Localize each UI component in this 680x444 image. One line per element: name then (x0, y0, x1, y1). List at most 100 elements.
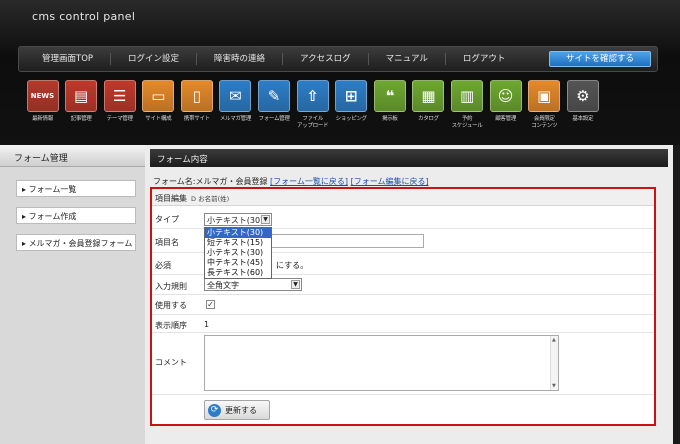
input-rule-select[interactable]: 全角文字 ▼ (204, 278, 302, 291)
tool-glyph: ☺ (497, 86, 514, 105)
tool-document[interactable]: ▤ 記事管理 (63, 80, 100, 140)
type-option[interactable]: 短テキスト(15) (205, 238, 271, 248)
mail-icon: ✉ (219, 80, 252, 112)
brand-title: cms control panel (32, 10, 136, 23)
tool-form[interactable]: ✎ フォーム管理 (256, 80, 293, 140)
sidebar-item-label: フォーム作成 (28, 212, 77, 221)
tool-cart[interactable]: ⊞ ショッピング (333, 80, 370, 140)
tool-glyph: ▭ (151, 86, 166, 105)
use-checkbox[interactable]: ✓ (206, 300, 215, 309)
sidebar-item-form-list[interactable]: ▸ フォーム一覧 (16, 180, 136, 197)
tool-label: 掲示板 (382, 116, 398, 122)
file-upload-icon: ⇧ (296, 80, 329, 112)
tool-label: ファイル アップロード (297, 116, 329, 129)
tool-label: 最新情報 (32, 116, 53, 122)
item-edit-subtitle: D お名前(姓) (191, 195, 230, 203)
item-edit-panel: 項目編集 D お名前(姓) タイプ 小テキスト(30) ▼ 小テキスト(30) 短… (150, 187, 656, 426)
newspaper-icon: NEWS (26, 80, 59, 112)
textarea-scrollbar[interactable]: ▲ ▼ (550, 336, 558, 390)
tool-label: 携帯サイト (183, 116, 210, 122)
tool-glyph: ⊞ (344, 86, 358, 105)
tool-glyph: ▯ (192, 86, 201, 105)
order-row: 表示順序 1 (152, 315, 654, 333)
sidebar-title: フォーム管理 (0, 145, 145, 167)
mobile-icon: ▯ (180, 80, 213, 112)
type-dropdown-list: 小テキスト(30) 短テキスト(15) 小テキスト(30) 中テキスト(45) … (204, 227, 272, 279)
tool-catalog[interactable]: ▦ カタログ (410, 80, 447, 140)
tool-label: 会員限定 コンテンツ (531, 116, 558, 129)
sidebar-item-label: メルマガ・会員登録フォーム (28, 239, 133, 248)
tool-label: 顧客管理 (495, 116, 517, 122)
sidebar-item-form-create[interactable]: ▸ フォーム作成 (16, 207, 136, 224)
users-icon: ☺ (489, 80, 522, 112)
type-option[interactable]: 長テキスト(60) (205, 268, 271, 278)
form-name-line: フォーム名:メルマガ・会員登録 [フォーム一覧に戻る] [フォーム編集に戻る] (153, 176, 429, 187)
tool-chat[interactable]: ❝ 掲示板 (371, 80, 408, 140)
calendar-icon: ▥ (451, 80, 484, 112)
sidebar-item-label: フォーム一覧 (28, 185, 77, 194)
tool-glyph: ▣ (537, 86, 552, 105)
nav-access-log[interactable]: アクセスログ (283, 53, 369, 65)
update-button[interactable]: ⟳ 更新する (204, 400, 270, 420)
nav-logout[interactable]: ログアウト (446, 53, 523, 65)
input-rule-label: 入力規則 (155, 282, 187, 291)
lock-icon: ▣ (528, 80, 561, 112)
type-select[interactable]: 小テキスト(30) ▼ (204, 213, 272, 226)
tool-monitor[interactable]: ▭ サイト構成 (140, 80, 177, 140)
top-nav: 管理画面TOP ログイン設定 障害時の連絡 アクセスログ マニュアル ログアウト… (18, 46, 658, 72)
header: cms control panel 管理画面TOP ログイン設定 障害時の連絡 … (0, 0, 680, 145)
tool-label: 記事管理 (70, 116, 92, 122)
sidebar-item-mailmag-form[interactable]: ▸ メルマガ・会員登録フォーム (16, 234, 136, 251)
type-option[interactable]: 中テキスト(45) (205, 258, 271, 268)
document-icon: ▤ (65, 80, 98, 112)
type-option[interactable]: 小テキスト(30) (205, 248, 271, 258)
tool-newspaper[interactable]: NEWS 最新情報 (24, 80, 61, 140)
required-text: にする。 (276, 261, 309, 270)
scroll-up-icon: ▲ (552, 337, 556, 343)
nav-manual[interactable]: マニュアル (369, 53, 446, 65)
tool-users[interactable]: ☺ 顧客管理 (487, 80, 524, 140)
tool-icon-bar: NEWS 最新情報 ▤ 記事管理 ☰ テーマ管理 ▭ サイト構成 ▯ 携帯サイト ✉ メルマガ管理 ✎ フ… (24, 80, 624, 140)
scroll-down-icon: ▼ (552, 383, 556, 389)
gear-icon: ⚙ (566, 80, 599, 112)
type-label: タイプ (155, 215, 179, 224)
nav-failure-contact[interactable]: 障害時の連絡 (197, 53, 284, 65)
comment-divider (152, 394, 654, 395)
form-icon: ✎ (258, 80, 291, 112)
monitor-icon: ▭ (142, 80, 175, 112)
tool-mail[interactable]: ✉ メルマガ管理 (217, 80, 254, 140)
chevron-down-icon: ▼ (261, 215, 270, 224)
tool-glyph: ✉ (229, 86, 242, 105)
tool-glyph: ▦ (421, 86, 436, 105)
tool-label: カタログ (418, 116, 439, 122)
comment-textarea[interactable]: ▲ ▼ (204, 335, 559, 391)
back-to-list-link[interactable]: [フォーム一覧に戻る] (270, 177, 348, 186)
type-option[interactable]: 小テキスト(30) (205, 228, 271, 238)
item-edit-header: 項目編集 D お名前(姓) (152, 189, 654, 206)
chat-icon: ❝ (373, 80, 406, 112)
tool-label: メルマガ管理 (219, 116, 252, 122)
page-title: フォーム内容 (150, 149, 668, 167)
input-rule-value: 全角文字 (207, 281, 239, 290)
nav-login-settings[interactable]: ログイン設定 (111, 53, 198, 65)
order-value: 1 (204, 320, 210, 329)
view-site-button[interactable]: サイトを確認する (548, 51, 651, 67)
tool-list[interactable]: ☰ テーマ管理 (101, 80, 138, 140)
type-row: タイプ 小テキスト(30) ▼ (152, 206, 654, 229)
sidebar: フォーム管理 ▸ フォーム一覧 ▸ フォーム作成 ▸ メルマガ・会員登録フォーム (0, 145, 145, 444)
tool-calendar[interactable]: ▥ 予約 スケジュール (449, 80, 486, 140)
tool-glyph: ✎ (267, 86, 281, 105)
tool-glyph: ⚙ (576, 86, 590, 105)
type-select-value: 小テキスト(30) (207, 216, 264, 225)
tool-glyph: ⇧ (306, 86, 319, 105)
tool-file-upload[interactable]: ⇧ ファイル アップロード (294, 80, 331, 140)
tool-glyph: ▥ (459, 86, 475, 105)
back-to-edit-link[interactable]: [フォーム編集に戻る] (351, 177, 429, 186)
update-button-label: 更新する (225, 405, 257, 415)
tool-label: 予約 スケジュール (451, 116, 483, 129)
tool-gear[interactable]: ⚙ 基本設定 (564, 80, 601, 140)
catalog-icon: ▦ (412, 80, 445, 112)
tool-mobile[interactable]: ▯ 携帯サイト (178, 80, 215, 140)
nav-admin-top[interactable]: 管理画面TOP (25, 53, 112, 65)
tool-lock[interactable]: ▣ 会員限定 コンテンツ (526, 80, 563, 140)
